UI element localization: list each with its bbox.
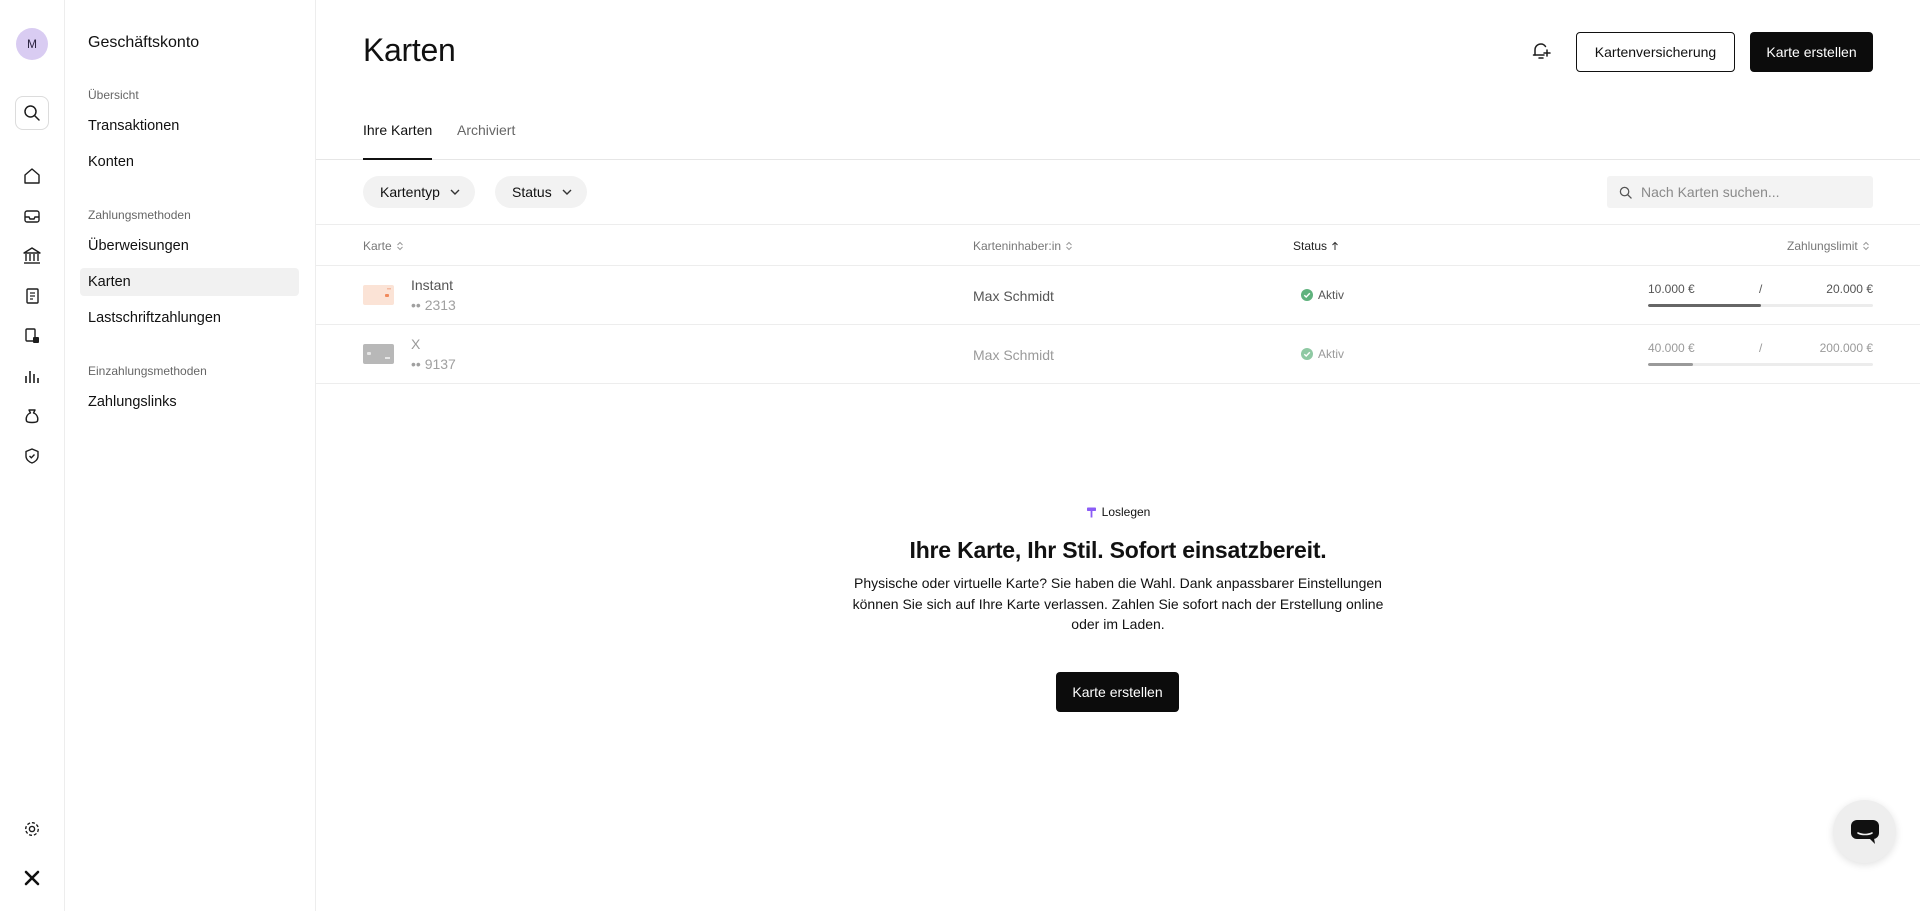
column-header-status[interactable]: Status xyxy=(1293,239,1339,253)
status-badge: Aktiv xyxy=(1301,288,1344,302)
card-number: •• 2313 xyxy=(411,297,456,313)
chevron-down-icon xyxy=(562,189,572,195)
create-card-button[interactable]: Karte erstellen xyxy=(1750,32,1873,72)
check-circle-icon xyxy=(1301,348,1313,360)
home-icon[interactable] xyxy=(16,160,48,192)
card-holder: Max Schmidt xyxy=(973,288,1054,304)
limit-progress-fill xyxy=(1648,363,1693,366)
card-name: Instant xyxy=(411,277,454,293)
search-icon xyxy=(1619,186,1632,199)
limit-used: 10.000 € xyxy=(1648,282,1695,296)
limit-total: 200.000 € xyxy=(1819,341,1873,355)
card-type-filter-label: Kartentyp xyxy=(380,184,440,200)
check-circle-icon xyxy=(1301,289,1313,301)
notification-bell-icon[interactable] xyxy=(1528,38,1554,64)
column-header-limit-label: Zahlungslimit xyxy=(1787,239,1858,253)
limit-progress-bar xyxy=(1648,363,1873,366)
status-badge: Aktiv xyxy=(1301,347,1344,361)
promo-eyebrow: Loslegen xyxy=(1086,505,1151,519)
limit-progress-bar xyxy=(1648,304,1873,307)
logo-icon[interactable] xyxy=(16,862,48,894)
sort-icon xyxy=(396,241,403,251)
limit-separator: / xyxy=(1759,282,1763,296)
sidebar-item-lastschriftzahlungen[interactable]: Lastschriftzahlungen xyxy=(80,304,299,332)
invoice-icon[interactable] xyxy=(16,280,48,312)
promo-text: Physische oder virtuelle Karte? Sie habe… xyxy=(852,575,1384,632)
tab-ihre-karten[interactable]: Ihre Karten xyxy=(363,122,433,160)
documents-lock-icon[interactable] xyxy=(16,320,48,352)
card-insurance-button[interactable]: Kartenversicherung xyxy=(1576,32,1735,72)
card-thumbnail xyxy=(363,344,394,364)
column-header-status-label: Status xyxy=(1293,239,1328,253)
column-header-card-label: Karte xyxy=(363,239,392,253)
status-label: Aktiv xyxy=(1318,347,1345,361)
arrow-up-icon xyxy=(1332,241,1338,250)
sidebar-item-ueberweisungen[interactable]: Überweisungen xyxy=(80,232,299,260)
search-icon[interactable] xyxy=(15,96,49,130)
nav-title[interactable]: Geschäftskonto xyxy=(88,34,199,52)
table-row[interactable]: X •• 9137 Max Schmidt Aktiv 40.000 € / 2… xyxy=(316,325,1920,384)
card-type-filter[interactable]: Kartentyp xyxy=(363,176,475,208)
nav-section-deposit: Einzahlungsmethoden xyxy=(88,364,207,378)
chart-icon[interactable] xyxy=(16,360,48,392)
main-content: Karten Kartenversicherung Karte erstelle… xyxy=(316,0,1920,911)
icon-rail: M xyxy=(0,0,65,911)
column-header-holder-label: Karteninhaber:in xyxy=(973,239,1062,253)
tab-bar: Ihre Karten Archiviert xyxy=(316,118,1920,160)
sort-icon xyxy=(1862,241,1869,251)
money-bag-icon[interactable] xyxy=(16,400,48,432)
sort-icon xyxy=(1066,241,1072,251)
inbox-icon[interactable] xyxy=(16,200,48,232)
sidebar-item-zahlungslinks[interactable]: Zahlungslinks xyxy=(80,388,299,416)
card-number: •• 9137 xyxy=(411,356,456,372)
column-header-limit[interactable]: Zahlungslimit xyxy=(1787,239,1870,253)
getting-started-promo: Loslegen Ihre Karte, Ihr Stil. Sofort ei… xyxy=(316,505,1920,712)
chevron-down-icon xyxy=(450,189,460,195)
status-label: Aktiv xyxy=(1318,288,1345,302)
status-filter[interactable]: Status xyxy=(495,176,587,208)
chat-button[interactable] xyxy=(1833,800,1896,863)
card-name: X xyxy=(411,336,421,352)
search-input[interactable] xyxy=(1641,184,1851,200)
nav-section-overview: Übersicht xyxy=(88,88,139,102)
limit-separator: / xyxy=(1759,341,1763,355)
table-header: Karte Karteninhaber:in Status Zahlungsli… xyxy=(316,225,1920,266)
signpost-icon xyxy=(1086,507,1096,518)
filter-bar: Kartentyp Status xyxy=(316,160,1920,225)
limit-used: 40.000 € xyxy=(1648,341,1695,355)
limit-progress-fill xyxy=(1648,304,1761,307)
chat-icon xyxy=(1850,819,1879,844)
card-thumbnail xyxy=(363,285,394,305)
card-holder: Max Schmidt xyxy=(973,347,1054,363)
promo-title: Ihre Karte, Ihr Stil. Sofort einsatzbere… xyxy=(909,537,1327,563)
tab-archiviert[interactable]: Archiviert xyxy=(457,122,515,160)
promo-eyebrow-label: Loslegen xyxy=(1101,505,1151,519)
column-header-holder[interactable]: Karteninhaber:in xyxy=(973,239,1073,253)
page-title: Karten xyxy=(363,32,456,68)
column-header-card[interactable]: Karte xyxy=(363,239,404,253)
status-filter-label: Status xyxy=(512,184,552,200)
bank-icon[interactable] xyxy=(16,240,48,272)
limit-total: 20.000 € xyxy=(1826,282,1873,296)
card-search xyxy=(1607,176,1873,208)
sidebar-item-transaktionen[interactable]: Transaktionen xyxy=(80,112,299,140)
sidebar-item-konten[interactable]: Konten xyxy=(80,148,299,176)
nav-section-payment: Zahlungsmethoden xyxy=(88,208,191,222)
table-row[interactable]: Instant •• 2313 Max Schmidt Aktiv 10.000… xyxy=(316,266,1920,325)
shield-icon[interactable] xyxy=(16,440,48,472)
sidebar-item-karten[interactable]: Karten xyxy=(80,268,299,296)
promo-create-card-button[interactable]: Karte erstellen xyxy=(1056,672,1179,712)
settings-icon[interactable] xyxy=(16,813,48,845)
sidebar-nav: Geschäftskonto Übersicht Transaktionen K… xyxy=(65,0,316,911)
avatar[interactable]: M xyxy=(16,28,48,60)
